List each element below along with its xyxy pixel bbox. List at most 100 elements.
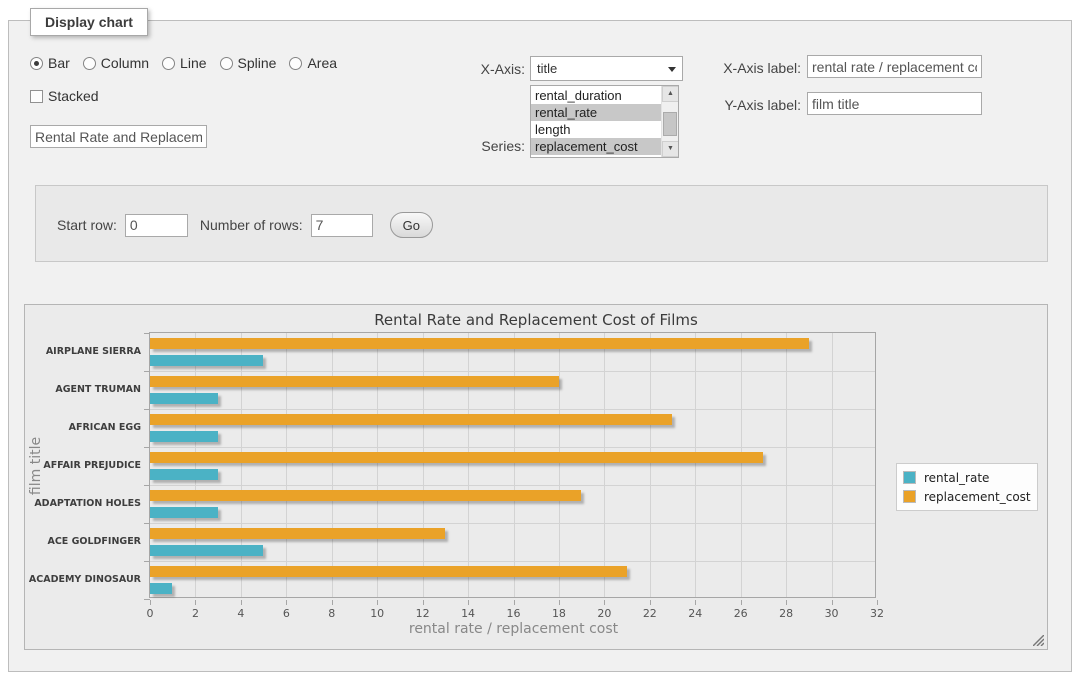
gridline <box>650 333 651 597</box>
x-tick-label: 12 <box>403 607 443 620</box>
series-multiselect[interactable]: rental_durationrental_ratelengthreplacem… <box>530 85 679 158</box>
scrollbar[interactable]: ▲ ▼ <box>661 86 678 157</box>
bar-rental_rate <box>150 355 263 366</box>
chart-type-option-bar[interactable]: Bar <box>30 55 70 71</box>
gridline <box>559 333 560 597</box>
bar-rental_rate <box>150 583 172 594</box>
x-tick-mark <box>786 600 787 605</box>
y-tick-label: AFFAIR PREJUDICE <box>27 460 141 472</box>
resize-handle-icon[interactable] <box>1033 635 1044 646</box>
start-row-input[interactable] <box>125 214 188 237</box>
gridline <box>423 333 424 597</box>
fieldset-legend: Display chart <box>30 8 148 36</box>
radio-icon[interactable] <box>289 57 302 70</box>
num-rows-input[interactable] <box>311 214 373 237</box>
gridline <box>604 333 605 597</box>
x-tick-label: 6 <box>266 607 306 620</box>
x-tick-mark <box>604 600 605 605</box>
x-tick-mark <box>286 600 287 605</box>
x-axis-caption-input[interactable] <box>807 55 982 78</box>
scroll-up-icon[interactable]: ▲ <box>662 86 679 102</box>
x-tick-label: 26 <box>721 607 761 620</box>
x-axis-title: rental rate / replacement cost <box>150 621 877 637</box>
radio-label: Spline <box>238 55 277 71</box>
bar-rental_rate <box>150 545 263 556</box>
bar-replacement_cost <box>150 338 809 349</box>
chart-title-input[interactable] <box>30 125 207 148</box>
series-option-replacement_cost[interactable]: replacement_cost <box>531 138 661 155</box>
gridline <box>514 333 515 597</box>
row-range-panel: Start row: Number of rows: Go <box>35 185 1048 262</box>
legend-item-replacement_cost: replacement_cost <box>903 487 1031 506</box>
radio-icon[interactable] <box>83 57 96 70</box>
x-axis-select[interactable]: title <box>530 56 683 81</box>
checkbox-icon[interactable] <box>30 90 43 103</box>
chart-container: Rental Rate and Replacement Cost of Film… <box>24 304 1048 650</box>
gridline <box>150 561 875 562</box>
go-button[interactable]: Go <box>390 212 433 238</box>
stacked-checkbox[interactable]: Stacked <box>30 88 99 104</box>
gridline <box>695 333 696 597</box>
bar-rental_rate <box>150 431 218 442</box>
bar-replacement_cost <box>150 414 672 425</box>
x-tick-mark <box>877 600 878 605</box>
x-tick-mark <box>514 600 515 605</box>
x-tick-mark <box>423 600 424 605</box>
y-tick-label: AIRPLANE SIERRA <box>27 346 141 358</box>
x-axis-caption-label: X-Axis label: <box>706 60 801 76</box>
series-option-rental_rate[interactable]: rental_rate <box>531 104 661 121</box>
radio-label: Column <box>101 55 149 71</box>
x-tick-label: 32 <box>857 607 897 620</box>
y-tick-mark <box>144 561 150 562</box>
bar-replacement_cost <box>150 490 581 501</box>
radio-icon[interactable] <box>162 57 175 70</box>
scrollbar-thumb[interactable] <box>663 112 677 136</box>
x-tick-mark <box>241 600 242 605</box>
y-axis-caption-input[interactable] <box>807 92 982 115</box>
series-option-rental_duration[interactable]: rental_duration <box>531 87 661 104</box>
x-tick-label: 0 <box>130 607 170 620</box>
y-tick-label: ACE GOLDFINGER <box>27 536 141 548</box>
x-tick-label: 16 <box>494 607 534 620</box>
chart-type-option-area[interactable]: Area <box>289 55 337 71</box>
scroll-down-icon[interactable]: ▼ <box>662 141 679 157</box>
radio-label: Line <box>180 55 206 71</box>
legend-swatch <box>903 471 916 484</box>
bar-rental_rate <box>150 507 218 518</box>
y-tick-mark <box>144 333 150 334</box>
legend-swatch <box>903 490 916 503</box>
chart-type-option-spline[interactable]: Spline <box>220 55 277 71</box>
gridline <box>286 333 287 597</box>
x-tick-label: 20 <box>584 607 624 620</box>
x-tick-label: 30 <box>812 607 852 620</box>
legend-label: rental_rate <box>924 471 989 485</box>
gridline <box>195 333 196 597</box>
radio-label: Bar <box>48 55 70 71</box>
legend-label: replacement_cost <box>924 490 1031 504</box>
radio-icon[interactable] <box>30 57 43 70</box>
gridline <box>832 333 833 597</box>
start-row-label: Start row: <box>57 217 117 233</box>
y-tick-label: AGENT TRUMAN <box>27 384 141 396</box>
chart-type-option-line[interactable]: Line <box>162 55 206 71</box>
x-tick-label: 28 <box>766 607 806 620</box>
bar-rental_rate <box>150 393 218 404</box>
y-tick-label: ACADEMY DINOSAUR <box>27 574 141 586</box>
x-tick-mark <box>332 600 333 605</box>
series-option-length[interactable]: length <box>531 121 661 138</box>
chevron-down-icon <box>668 67 676 72</box>
chart-title: Rental Rate and Replacement Cost of Film… <box>25 311 1047 329</box>
radio-icon[interactable] <box>220 57 233 70</box>
gridline <box>786 333 787 597</box>
gridline <box>332 333 333 597</box>
chart-type-option-column[interactable]: Column <box>83 55 149 71</box>
x-tick-label: 18 <box>539 607 579 620</box>
bar-replacement_cost <box>150 376 559 387</box>
series-options: rental_durationrental_ratelengthreplacem… <box>531 87 661 155</box>
x-tick-mark <box>150 600 151 605</box>
x-tick-mark <box>559 600 560 605</box>
bar-replacement_cost <box>150 528 445 539</box>
chart-type-radio-group: Bar Column Line Spline Area <box>30 55 337 71</box>
radio-label: Area <box>307 55 337 71</box>
chart-app-page: Display chart Bar Column Line Spline Area St… <box>0 0 1081 681</box>
